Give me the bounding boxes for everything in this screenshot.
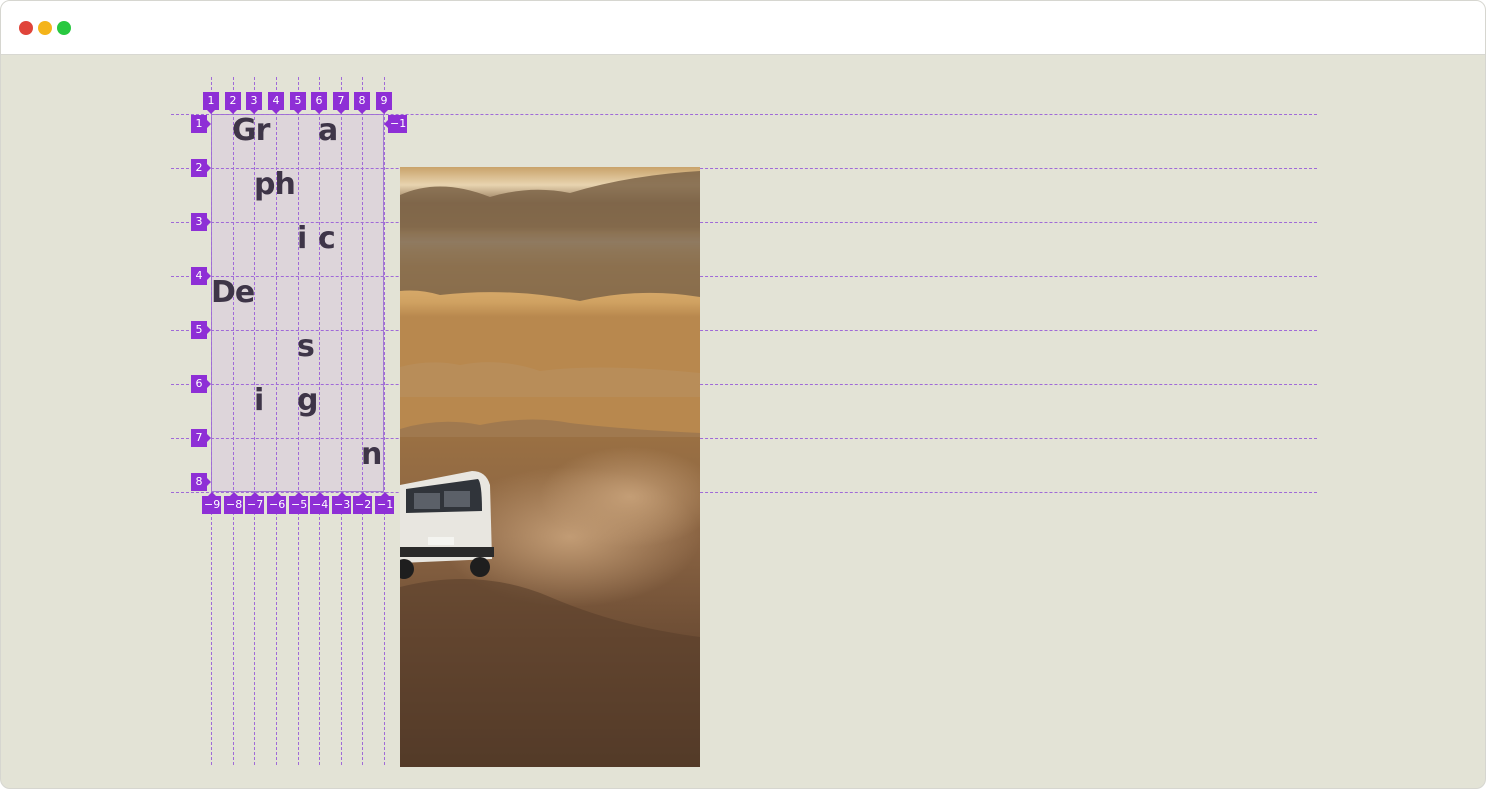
zoom-window-icon[interactable]	[57, 21, 71, 35]
column-negative-badge: −3	[332, 492, 351, 514]
grid-column-line	[341, 77, 342, 765]
column-negative-badge: −1	[375, 492, 394, 514]
column-number-badge: 1	[203, 92, 219, 114]
heading-letter-i: i	[297, 221, 307, 256]
row-number-badge: 5	[191, 321, 211, 339]
row-number-badge: 1	[191, 115, 211, 133]
heading-letter-g: g	[297, 383, 319, 418]
column-negative-badge: −6	[267, 492, 286, 514]
grid-column-line	[233, 77, 234, 765]
title-bar	[1, 1, 1485, 55]
grid-column-line	[362, 77, 363, 765]
grid-column-line	[211, 77, 212, 765]
grid-column-line	[319, 77, 320, 765]
browser-window: 1 2 3 4 5 6 7 8 9 −9 −8 −7 −6 −5 −4 −3 −…	[0, 0, 1486, 789]
grid-row-line	[171, 168, 1317, 169]
column-number-badge: 3	[246, 92, 262, 114]
photo-illustration	[400, 167, 700, 767]
heading-letter-c: c	[318, 221, 336, 256]
column-number-badge: 2	[225, 92, 241, 114]
column-negative-badge: −4	[310, 492, 329, 514]
grid-row-line	[171, 276, 1317, 277]
column-negative-badge: −9	[202, 492, 221, 514]
heading-letter-n: n	[361, 437, 382, 472]
row-number-badge: 4	[191, 267, 211, 285]
column-negative-badge: −2	[353, 492, 372, 514]
grid-row-line	[171, 222, 1317, 223]
row-negative-badge: −1	[384, 115, 407, 133]
grid-row-line	[171, 438, 1317, 439]
heading-letters-gr: Gr	[232, 113, 270, 148]
minimize-window-icon[interactable]	[38, 21, 52, 35]
grid-row-line	[171, 114, 1317, 115]
column-number-badge: 7	[333, 92, 349, 114]
row-number-badge: 7	[191, 429, 211, 447]
grid-column-line	[298, 77, 299, 765]
column-number-badge: 4	[268, 92, 284, 114]
row-number-badge: 6	[191, 375, 211, 393]
desert-road-van-icon	[400, 167, 700, 767]
close-window-icon[interactable]	[19, 21, 33, 35]
heading-letter-s: s	[297, 329, 315, 364]
heading-letter-a: a	[318, 113, 338, 148]
grid-row-line	[171, 384, 1317, 385]
column-number-badge: 9	[376, 92, 392, 114]
row-number-badge: 8	[191, 473, 211, 491]
column-number-badge: 6	[311, 92, 327, 114]
page-viewport: 1 2 3 4 5 6 7 8 9 −9 −8 −7 −6 −5 −4 −3 −…	[1, 55, 1485, 788]
grid-row-line	[171, 330, 1317, 331]
grid-column-line	[384, 77, 385, 765]
heading-letter-i-second: i	[254, 383, 264, 418]
heading-letters-de: De	[211, 275, 255, 310]
row-number-badge: 3	[191, 213, 211, 231]
column-number-badge: 8	[354, 92, 370, 114]
column-negative-badge: −7	[245, 492, 264, 514]
column-negative-badge: −8	[224, 492, 243, 514]
column-number-badge: 5	[290, 92, 306, 114]
column-negative-badge: −5	[289, 492, 308, 514]
row-number-badge: 2	[191, 159, 211, 177]
heading-letters-ph: ph	[254, 167, 296, 202]
